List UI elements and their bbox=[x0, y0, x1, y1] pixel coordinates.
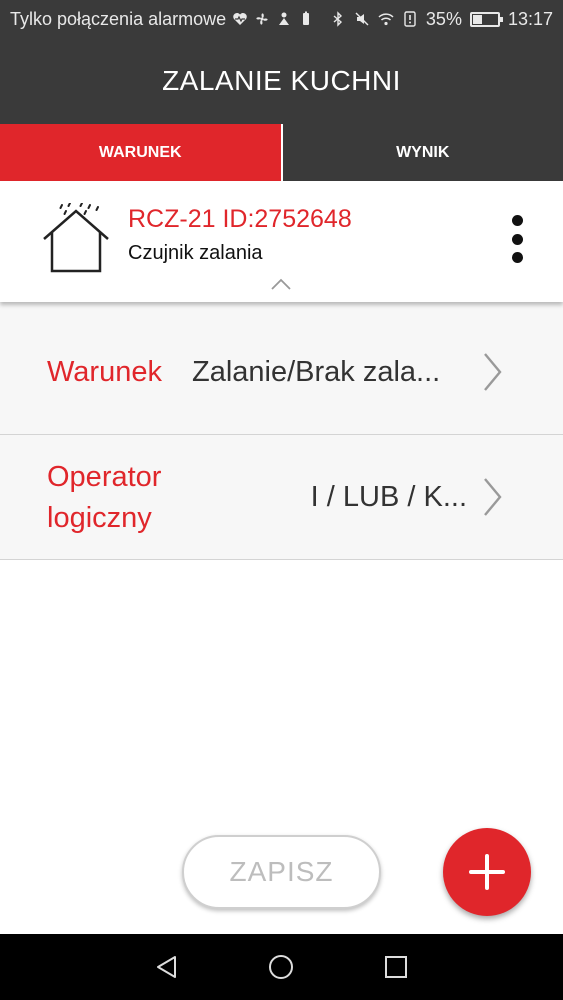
chevron-up-icon[interactable] bbox=[270, 277, 292, 291]
operator-row[interactable]: Operator logiczny I / LUB / K... bbox=[0, 435, 563, 560]
condition-row[interactable]: Warunek Zalanie/Brak zala... bbox=[0, 302, 563, 435]
tab-label: WARUNEK bbox=[98, 143, 182, 161]
recent-apps-icon[interactable] bbox=[381, 952, 411, 982]
chevron-right-icon bbox=[484, 353, 502, 391]
back-icon[interactable] bbox=[152, 952, 182, 982]
status-bar: Tylko połączenia alarmowe 35% 13:17 bbox=[0, 0, 563, 38]
settings-list: Warunek Zalanie/Brak zala... Operator lo… bbox=[0, 302, 563, 560]
menu-dot bbox=[511, 233, 523, 245]
operator-value: I / LUB / K... bbox=[310, 481, 467, 513]
fan-icon bbox=[256, 13, 268, 25]
status-left: Tylko połączenia alarmowe bbox=[10, 9, 330, 30]
save-button[interactable]: ZAPISZ bbox=[182, 835, 381, 909]
house-water-sensor-icon bbox=[43, 203, 109, 273]
carrier-text: Tylko połączenia alarmowe bbox=[10, 8, 227, 29]
home-icon[interactable] bbox=[266, 952, 296, 982]
chevron-right-icon bbox=[484, 478, 502, 516]
tab-bar: WARUNEK WYNIK bbox=[0, 124, 563, 181]
condition-label: Warunek bbox=[47, 356, 162, 388]
add-button[interactable] bbox=[443, 828, 531, 916]
device-name: RCZ-21 ID:2752648 bbox=[128, 205, 352, 233]
more-options-icon[interactable] bbox=[507, 215, 527, 263]
status-right: 35% 13:17 bbox=[330, 9, 553, 30]
menu-dot bbox=[511, 215, 523, 226]
wifi-icon bbox=[378, 13, 394, 26]
operator-label-line1: Operator bbox=[47, 461, 162, 493]
system-nav-bar bbox=[0, 934, 563, 1000]
save-button-label: ZAPISZ bbox=[229, 856, 334, 887]
battery-saver-icon bbox=[303, 11, 310, 25]
condition-value: Zalanie/Brak zala... bbox=[192, 356, 441, 388]
mute-icon bbox=[355, 12, 369, 26]
tab-warunek[interactable]: WARUNEK bbox=[0, 124, 281, 181]
sim-alert-icon bbox=[404, 11, 416, 27]
menu-dot bbox=[511, 252, 523, 263]
battery-percent: 35% bbox=[425, 8, 462, 29]
tab-wynik[interactable]: WYNIK bbox=[283, 124, 563, 181]
device-type: Czujnik zalania bbox=[128, 242, 263, 264]
heart-rate-icon bbox=[233, 13, 247, 25]
battery-level bbox=[472, 14, 483, 24]
page-title: ZALANIE KUCHNI bbox=[162, 65, 401, 96]
recycle-icon bbox=[279, 12, 290, 25]
bluetooth-icon bbox=[333, 11, 342, 27]
app-header: ZALANIE KUCHNI bbox=[0, 38, 563, 124]
device-card: RCZ-21 ID:2752648 Czujnik zalania bbox=[0, 181, 563, 302]
battery-icon bbox=[469, 11, 503, 27]
tab-label: WYNIK bbox=[396, 143, 450, 161]
plus-icon bbox=[469, 854, 505, 890]
clock: 13:17 bbox=[507, 8, 553, 29]
operator-label-line2: logiczny bbox=[47, 502, 152, 534]
